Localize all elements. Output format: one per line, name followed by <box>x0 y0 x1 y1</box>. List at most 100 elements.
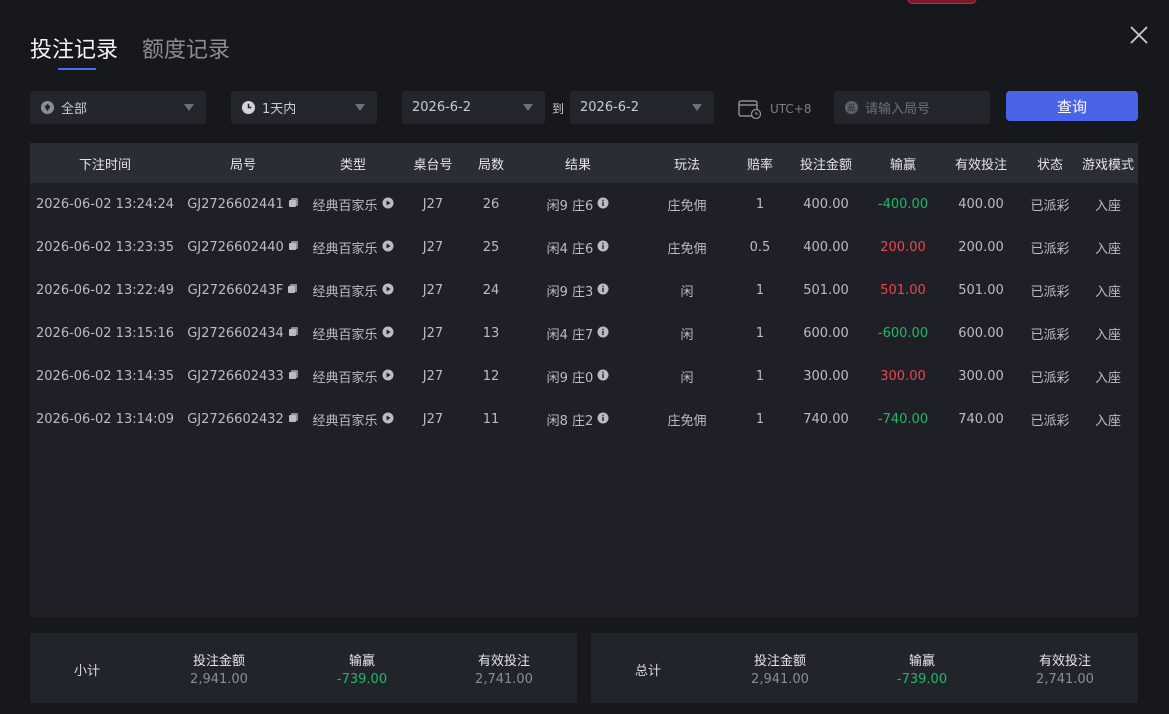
odds: 0.5 <box>749 240 771 255</box>
total-winloss-value: -739.00 <box>896 672 948 687</box>
play-type: 闲 <box>680 285 694 300</box>
timezone-indicator[interactable]: UTC+8 <box>738 99 811 119</box>
table-row[interactable]: 2026-06-02 13:14:09 GJ2726602432 经典百家乐 J27 1… <box>30 398 1138 441</box>
header-valid: 有效投注 <box>954 157 1007 173</box>
table-row[interactable]: 2026-06-02 13:14:35 GJ2726602433 经典百家乐 J27 1… <box>30 355 1138 398</box>
result-cell: 闲9 庄6 <box>516 195 640 214</box>
copy-icon[interactable] <box>288 412 299 427</box>
play-type: 闲 <box>680 328 694 343</box>
bet-records-table: 下注时间 局号 类型 桌台号 局数 结果 玩法 赔率 投注金额 输赢 有效投注 … <box>30 143 1138 617</box>
round-number-input[interactable]: 局 请输入局号 <box>834 91 990 124</box>
table-header: 下注时间 局号 类型 桌台号 局数 结果 玩法 赔率 投注金额 输赢 有效投注 … <box>30 143 1138 183</box>
info-icon[interactable] <box>597 412 609 428</box>
bet-amount: 600.00 <box>803 326 849 341</box>
header-odds: 赔率 <box>746 157 773 173</box>
time-range-select[interactable]: 1天内 <box>231 91 377 124</box>
win-loss: 501.00 <box>880 283 926 298</box>
total-valid: 有效投注 2,741.00 <box>1005 650 1125 687</box>
type-cell: 经典百家乐 <box>306 324 400 343</box>
win-loss: -400.00 <box>877 197 929 212</box>
date-to-select[interactable]: 2026-6-2 <box>570 91 714 124</box>
record-tabs: 投注记录 额度记录 <box>30 32 254 70</box>
date-to-value: 2026-6-2 <box>580 100 640 115</box>
subtotal-winloss-label: 输赢 <box>348 654 375 669</box>
win-loss: 200.00 <box>880 240 926 255</box>
valid-bet: 200.00 <box>958 240 1004 255</box>
chevron-down-icon <box>523 104 533 111</box>
play-icon[interactable] <box>382 240 394 256</box>
round-number: GJ2726602441 <box>187 197 284 212</box>
table-row[interactable]: 2026-06-02 13:15:16 GJ2726602434 经典百家乐 J27 1… <box>30 312 1138 355</box>
game-mode: 入座 <box>1094 371 1121 386</box>
subtotal-bet-label: 投注金额 <box>192 654 245 669</box>
total-valid-value: 2,741.00 <box>1036 672 1094 687</box>
tab-bet-records[interactable]: 投注记录 <box>30 32 118 70</box>
game-mode: 入座 <box>1094 199 1121 214</box>
result-text: 闲8 庄2 <box>546 414 594 429</box>
game-type: 经典百家乐 <box>312 328 378 343</box>
result-cell: 闲9 庄3 <box>516 281 640 300</box>
copy-icon[interactable] <box>287 283 298 298</box>
subtotal-valid: 有效投注 2,741.00 <box>444 650 564 687</box>
date-from-value: 2026-6-2 <box>412 100 472 115</box>
table-row[interactable]: 2026-06-02 13:24:24 GJ2726602441 经典百家乐 J27 2… <box>30 183 1138 226</box>
result-text: 闲4 庄6 <box>546 242 594 257</box>
table-number: J27 <box>422 369 444 384</box>
play-icon[interactable] <box>382 412 394 428</box>
copy-icon[interactable] <box>288 326 299 341</box>
tab-label: 额度记录 <box>142 38 231 63</box>
timezone-label: UTC+8 <box>770 102 812 116</box>
copy-icon[interactable] <box>288 369 299 384</box>
play-icon[interactable] <box>382 197 394 213</box>
info-icon[interactable] <box>597 283 609 299</box>
shoe-number: 11 <box>482 412 500 427</box>
play-icon[interactable] <box>382 369 394 385</box>
calendar-clock-icon <box>738 100 762 119</box>
status: 已派彩 <box>1030 285 1070 300</box>
top-notification-badge[interactable] <box>907 0 977 4</box>
total-panel: 总计 投注金额 2,941.00 输赢 -739.00 有效投注 2,741.0… <box>591 633 1138 703</box>
query-button[interactable]: 查询 <box>1006 91 1138 121</box>
total-bet: 投注金额 2,941.00 <box>720 650 840 687</box>
tab-credit-records[interactable]: 额度记录 <box>142 32 230 64</box>
info-icon[interactable] <box>597 326 609 342</box>
date-from-select[interactable]: 2026-6-2 <box>402 91 545 124</box>
round-icon: 局 <box>844 100 859 115</box>
game-type-select[interactable]: 全部 <box>30 91 206 124</box>
round-cell: GJ2726602441 <box>180 197 306 212</box>
subtotal-bet: 投注金额 2,941.00 <box>159 650 279 687</box>
total-label: 总计 <box>635 664 662 679</box>
play-icon[interactable] <box>382 283 394 299</box>
round-cell: GJ272660243F <box>180 283 306 298</box>
info-icon[interactable] <box>597 240 609 256</box>
bet-amount: 400.00 <box>803 197 849 212</box>
info-icon[interactable] <box>597 369 609 385</box>
game-type: 经典百家乐 <box>312 199 378 214</box>
result-text: 闲9 庄0 <box>546 371 594 386</box>
table-number: J27 <box>422 283 444 298</box>
result-cell: 闲4 庄7 <box>516 324 640 343</box>
win-loss: -600.00 <box>877 326 929 341</box>
table-row[interactable]: 2026-06-02 13:23:35 GJ2726602440 经典百家乐 J27 2… <box>30 226 1138 269</box>
date-range-separator: 到 <box>552 102 565 116</box>
round-number: GJ2726602440 <box>187 240 284 255</box>
total-winloss-label: 输赢 <box>908 654 935 669</box>
play-icon[interactable] <box>382 326 394 342</box>
info-icon[interactable] <box>597 197 609 213</box>
shoe-number: 24 <box>482 283 500 298</box>
odds: 1 <box>755 412 765 427</box>
game-mode: 入座 <box>1094 285 1121 300</box>
header-round: 局号 <box>229 157 256 173</box>
game-type: 经典百家乐 <box>312 371 378 386</box>
play-type: 闲 <box>680 371 694 386</box>
table-row[interactable]: 2026-06-02 13:22:49 GJ272660243F 经典百家乐 J27 2… <box>30 269 1138 312</box>
bet-amount: 300.00 <box>803 369 849 384</box>
close-icon[interactable] <box>1128 24 1150 46</box>
table-number: J27 <box>422 412 444 427</box>
bet-amount: 400.00 <box>803 240 849 255</box>
copy-icon[interactable] <box>288 197 299 212</box>
chevron-down-icon <box>355 104 365 111</box>
header-time: 下注时间 <box>78 157 131 173</box>
bet-time: 2026-06-02 13:22:49 <box>36 283 175 298</box>
copy-icon[interactable] <box>288 240 299 255</box>
